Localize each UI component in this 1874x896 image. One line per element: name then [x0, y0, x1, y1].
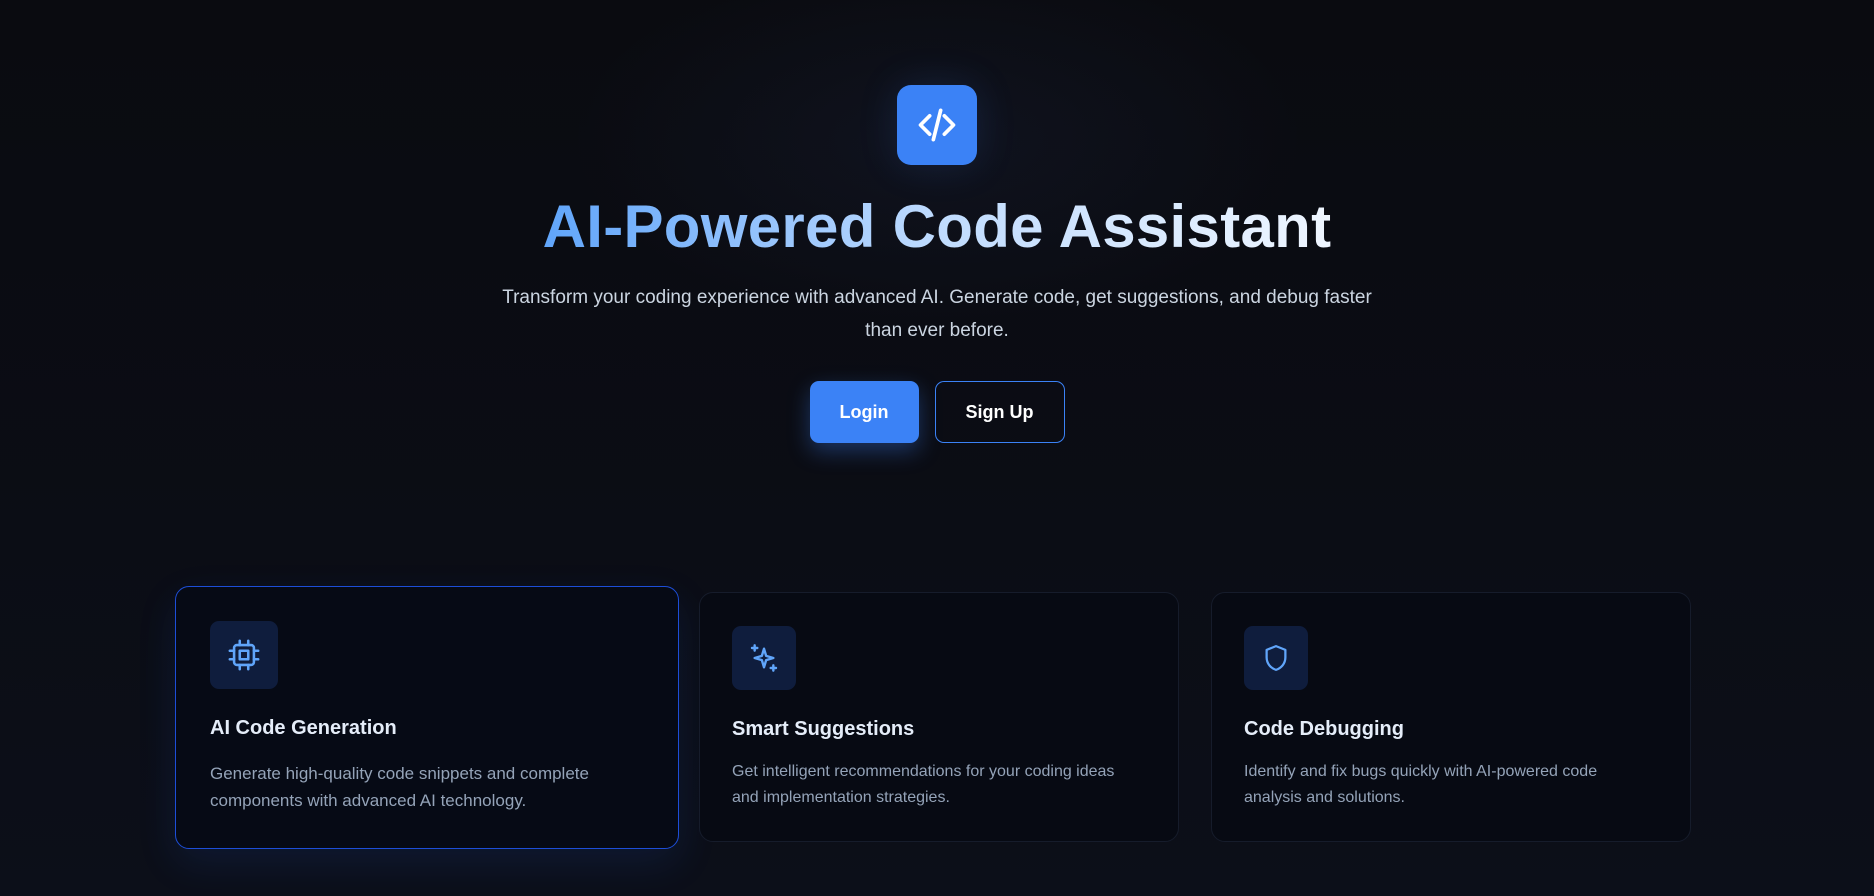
landing-page: AI-Powered Code Assistant Transform your… [0, 0, 1874, 896]
feature-icon-tile [210, 621, 278, 689]
feature-card-ai-code-generation[interactable]: AI Code Generation Generate high-quality… [175, 586, 679, 849]
feature-title: AI Code Generation [210, 717, 397, 739]
feature-description: Identify and fix bugs quickly with AI-po… [1244, 763, 1598, 806]
cpu-chip-icon [228, 639, 260, 671]
login-button[interactable]: Login [809, 381, 919, 443]
feature-icon-tile [732, 626, 796, 690]
logo [897, 85, 977, 165]
sparkles-icon [750, 644, 778, 672]
feature-description: Generate high-quality code snippets and … [210, 764, 589, 810]
feature-icon-tile [1244, 626, 1308, 690]
signup-button[interactable]: Sign Up [934, 381, 1065, 443]
shield-icon [1265, 645, 1287, 671]
feature-title: Code Debugging [1244, 718, 1404, 740]
page-title: AI-Powered Code Assistant [543, 191, 1332, 263]
feature-card-smart-suggestions[interactable]: Smart Suggestions Get intelligent recomm… [699, 592, 1179, 842]
hero-section: AI-Powered Code Assistant Transform your… [0, 0, 1874, 443]
auth-buttons: Login Sign Up [809, 381, 1065, 443]
feature-title: Smart Suggestions [732, 718, 915, 740]
feature-description: Get intelligent recommendations for your… [732, 763, 1115, 806]
hero-subtitle: Transform your coding experience with ad… [502, 287, 1372, 341]
feature-card-code-debugging[interactable]: Code Debugging Identify and fix bugs qui… [1211, 592, 1691, 842]
code-brackets-icon [918, 108, 956, 142]
